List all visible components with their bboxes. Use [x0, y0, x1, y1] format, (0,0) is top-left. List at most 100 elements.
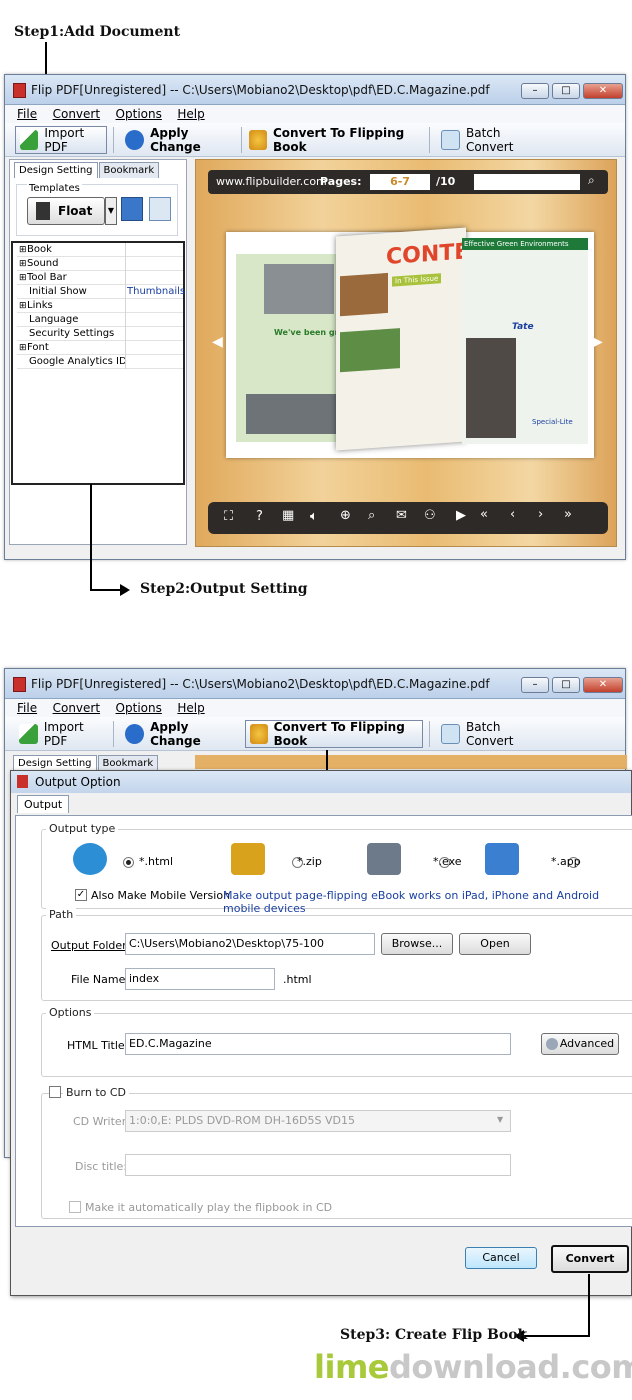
convert-to-flipping-book-button[interactable]: Convert To Flipping Book: [245, 720, 423, 748]
tab-bookmark[interactable]: Bookmark: [98, 162, 160, 178]
expand-icon[interactable]: ⊞: [19, 243, 27, 257]
zoom-in-icon[interactable]: ⊕: [340, 508, 351, 523]
property-key: Sound: [27, 258, 59, 269]
mobile-version-label: Also Make Mobile Version: [91, 889, 231, 902]
apply-change-button[interactable]: Apply Change: [121, 126, 239, 154]
tab-design-setting[interactable]: Design Setting: [13, 755, 97, 771]
search-input[interactable]: [474, 174, 580, 190]
property-row[interactable]: ⊞ Links: [17, 299, 183, 313]
close-button[interactable]: ✕: [583, 83, 623, 99]
refresh-icon: [125, 724, 145, 744]
maximize-button[interactable]: □: [552, 677, 580, 693]
output-type-label: *.zip: [297, 855, 322, 868]
toolbar-separator: [429, 721, 430, 747]
tab-design-setting[interactable]: Design Setting: [14, 162, 98, 178]
import-pdf-button[interactable]: Import PDF: [15, 720, 107, 748]
page-text-issue: In This Issue: [392, 273, 442, 287]
menu-file[interactable]: File: [17, 105, 37, 123]
close-button[interactable]: ✕: [583, 677, 623, 693]
next-page-arrow[interactable]: ▶: [592, 334, 603, 350]
advanced-button[interactable]: Advanced: [541, 1033, 619, 1055]
share-icon[interactable]: ⚇: [424, 508, 436, 523]
property-separator: [125, 271, 126, 285]
refresh-icon: [125, 130, 145, 150]
search-icon[interactable]: ⌕: [588, 173, 595, 188]
fullscreen-icon[interactable]: ⛶: [224, 509, 233, 524]
property-row[interactable]: Initial Show Thumbnails: [17, 285, 185, 299]
output-type-label: *.exe: [433, 855, 462, 868]
menu-help[interactable]: Help: [177, 699, 204, 717]
tab-output[interactable]: Output: [17, 795, 70, 813]
expand-icon[interactable]: ⊞: [19, 271, 27, 285]
autoplay-icon[interactable]: ▶: [456, 508, 466, 523]
property-row[interactable]: ⊞ Tool Bar: [17, 271, 183, 285]
menu-file[interactable]: File: [17, 699, 37, 717]
cancel-button[interactable]: Cancel: [465, 1247, 537, 1269]
book-icon: [36, 202, 50, 220]
html-title-input[interactable]: ED.C.Magazine: [125, 1033, 511, 1055]
email-icon[interactable]: ✉: [396, 508, 407, 523]
save-template-icon[interactable]: [121, 197, 143, 221]
limedownload-watermark: limedownload.com: [314, 1348, 632, 1386]
zip-archive-icon: [231, 843, 265, 875]
thumbnails-icon[interactable]: ▦: [282, 508, 294, 523]
convert-to-flipping-book-button[interactable]: Convert To Flipping Book: [245, 126, 425, 154]
template-select[interactable]: Float: [27, 197, 105, 225]
page-input[interactable]: 6-7: [370, 174, 430, 190]
first-page-icon[interactable]: «: [480, 507, 488, 522]
apply-change-button[interactable]: Apply Change: [121, 720, 239, 748]
property-row[interactable]: ⊞ Book: [17, 243, 183, 257]
minimize-button[interactable]: –: [521, 83, 549, 99]
export-template-icon[interactable]: [149, 197, 171, 221]
output-folder-input[interactable]: C:\Users\Mobiano2\Desktop\75-100: [125, 933, 375, 955]
previous-page-icon[interactable]: ‹: [510, 507, 515, 522]
property-key: Initial Show: [29, 286, 87, 297]
dialog-title: Output Option: [35, 775, 121, 789]
toolbar-separator: [113, 127, 114, 153]
property-row[interactable]: Language: [17, 313, 183, 327]
property-separator: [125, 257, 126, 271]
sound-icon[interactable]: 🔈︎: [310, 509, 318, 524]
menu-convert[interactable]: Convert: [53, 699, 100, 717]
open-button[interactable]: Open: [459, 933, 531, 955]
toolbar-separator: [241, 127, 242, 153]
menu-convert[interactable]: Convert: [53, 105, 100, 123]
title-bar: Flip PDF[Unregistered] -- C:\Users\Mobia…: [5, 669, 625, 699]
expand-icon[interactable]: ⊞: [19, 257, 27, 271]
property-row[interactable]: Security Settings: [17, 327, 183, 341]
property-value[interactable]: Thumbnails: [127, 285, 185, 299]
prev-page-arrow[interactable]: ◀: [212, 334, 223, 350]
property-row[interactable]: ⊞ Sound: [17, 257, 183, 271]
expand-icon[interactable]: ⊞: [19, 341, 27, 355]
menu-options[interactable]: Options: [116, 699, 162, 717]
output-type-label: *.app: [551, 855, 581, 868]
template-dropdown-button[interactable]: ▼: [105, 197, 117, 225]
disc-title-label: Disc title:: [75, 1160, 128, 1173]
dialog-title-bar: Output Option: [11, 771, 631, 793]
minimize-button[interactable]: –: [521, 677, 549, 693]
last-page-icon[interactable]: »: [564, 507, 572, 522]
burn-cd-checkbox[interactable]: [49, 1086, 61, 1098]
file-name-input[interactable]: index: [125, 968, 275, 990]
page-text-speciallite: Special-Lite: [532, 418, 573, 426]
disc-title-input: [125, 1154, 511, 1176]
output-type-radio[interactable]: [123, 856, 134, 868]
maximize-button[interactable]: □: [552, 83, 580, 99]
tab-bookmark[interactable]: Bookmark: [97, 755, 159, 771]
help-icon[interactable]: ?: [256, 509, 263, 524]
search-icon[interactable]: ⌕: [368, 508, 375, 523]
property-row[interactable]: Google Analytics ID: [17, 355, 183, 369]
browse-button[interactable]: Browse...: [381, 933, 453, 955]
batch-convert-button[interactable]: Batch Convert: [437, 720, 547, 748]
convert-button[interactable]: Convert: [551, 1245, 629, 1273]
expand-icon[interactable]: ⊞: [19, 299, 27, 313]
toolbar: Import PDF Apply Change Convert To Flipp…: [5, 717, 625, 751]
next-page-icon[interactable]: ›: [538, 507, 543, 522]
import-pdf-button[interactable]: Import PDF: [15, 126, 107, 154]
mobile-version-checkbox[interactable]: ✓: [75, 889, 87, 901]
property-separator: [125, 327, 126, 341]
menu-options[interactable]: Options: [116, 105, 162, 123]
batch-convert-button[interactable]: Batch Convert: [437, 126, 547, 154]
property-row[interactable]: ⊞ Font: [17, 341, 183, 355]
menu-help[interactable]: Help: [177, 105, 204, 123]
